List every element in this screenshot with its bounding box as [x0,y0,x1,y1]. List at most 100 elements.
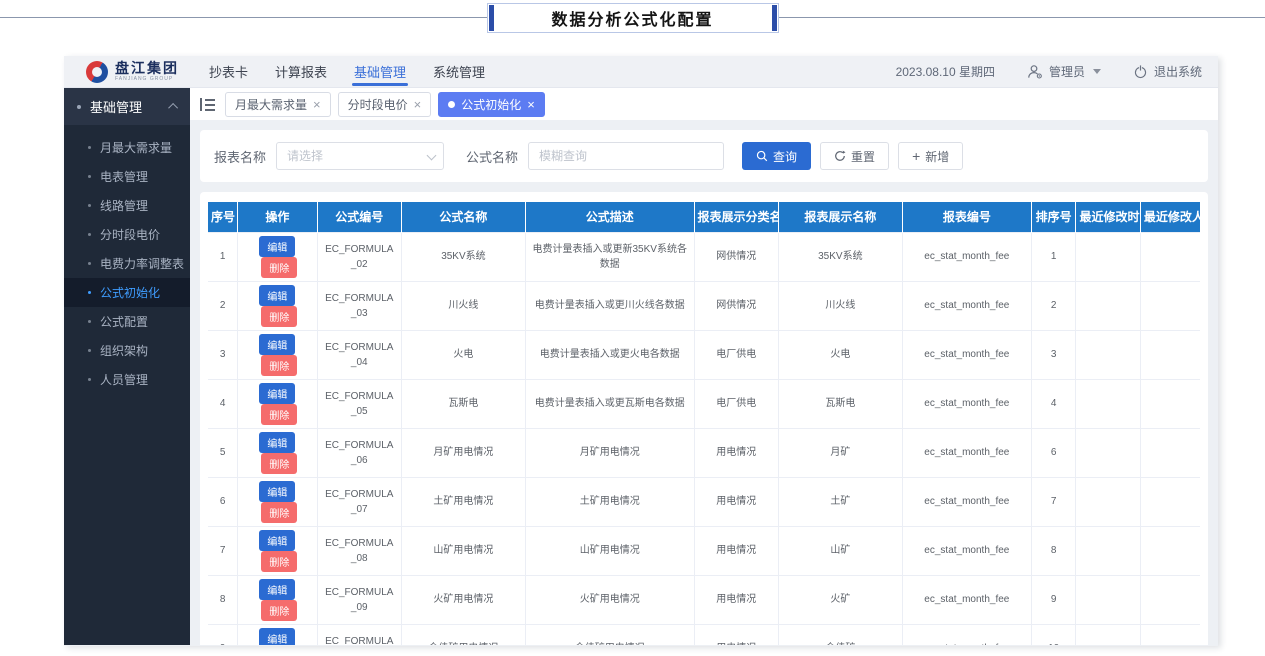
header-right: 2023.08.10 星期四 管理员 退出系统 [896,63,1202,80]
nav-item[interactable]: 系统管理 [433,56,485,87]
column-header: 最近修改时间 [1076,202,1140,232]
cell-formula-desc: 金佳矿用电情况 [525,624,694,645]
cell-actions: 编辑删除 [238,428,317,477]
cell-formula-code: EC_FORMULA_02 [317,232,401,281]
delete-button[interactable]: 删除 [261,404,297,425]
tabs: 月最大需求量× 分时段电价×公式初始化× [225,92,545,117]
delete-button[interactable]: 删除 [261,355,297,376]
nav-item[interactable]: 基础管理 [354,56,406,87]
cell-index: 8 [208,575,238,624]
sidebar-item[interactable]: 组织架构 [64,336,190,365]
edit-button[interactable]: 编辑 [259,383,295,404]
sidebar-item[interactable]: 电费力率调整表 [64,249,190,278]
cell-sort-no: 2 [1031,281,1076,330]
delete-button[interactable]: 删除 [261,600,297,621]
column-header: 序号 [208,202,238,232]
sidebar-item[interactable]: 公式初始化 [64,278,190,307]
cell-formula-code: EC_FORMULA_04 [317,330,401,379]
cell-actions: 编辑删除 [238,379,317,428]
cell-formula-desc: 山矿用电情况 [525,526,694,575]
logo[interactable]: 盘江集团 FANJIANG GROUP [86,61,179,83]
cell-report-code: ec_stat_month_fee [902,624,1031,645]
sidebar-item[interactable]: 人员管理 [64,365,190,394]
tab[interactable]: 月最大需求量× [225,92,331,117]
cell-report-code: ec_stat_month_fee [902,526,1031,575]
filter-bar: 报表名称 公式名称 查询 [200,130,1208,182]
cell-index: 6 [208,477,238,526]
cell-formula-desc: 电费计量表插入或更瓦斯电各数据 [525,379,694,428]
cell-modified-time [1076,428,1140,477]
active-dot-icon [448,101,455,108]
collapse-menu-icon[interactable] [200,98,215,111]
nav-item[interactable]: 抄表卡 [209,56,248,87]
cell-modified-time [1076,526,1140,575]
delete-button[interactable]: 删除 [261,453,297,474]
edit-button[interactable]: 编辑 [259,530,295,551]
top-nav: 抄表卡计算报表基础管理系统管理 [209,56,485,87]
sidebar-item[interactable]: 线路管理 [64,191,190,220]
cell-formula-desc: 火矿用电情况 [525,575,694,624]
cell-formula-name: 山矿用电情况 [401,526,525,575]
refresh-icon [834,150,846,162]
reset-button-label: 重置 [851,148,875,165]
delete-button[interactable]: 删除 [261,551,297,572]
cell-report-code: ec_stat_month_fee [902,575,1031,624]
table-row: 2编辑删除EC_FORMULA_03川火线电费计量表插入或更川火线各数据网供情况… [208,281,1200,330]
page-title: 数据分析公式化配置 [487,3,779,33]
edit-button[interactable]: 编辑 [259,579,295,600]
logout-button[interactable]: 退出系统 [1133,63,1202,80]
cell-modified-time [1076,477,1140,526]
tab[interactable]: 分时段电价× [338,92,432,117]
table-row: 4编辑删除EC_FORMULA_05瓦斯电电费计量表插入或更瓦斯电各数据电厂供电… [208,379,1200,428]
sidebar-items: 月最大需求量电表管理线路管理分时段电价电费力率调整表公式初始化公式配置组织架构人… [64,125,190,645]
cell-index: 9 [208,624,238,645]
user-menu[interactable]: 管理员 [1027,63,1101,80]
sidebar-item[interactable]: 电表管理 [64,162,190,191]
sidebar-item[interactable]: 分时段电价 [64,220,190,249]
sidebar-item[interactable]: 公式配置 [64,307,190,336]
report-name-select[interactable] [276,142,444,170]
edit-button[interactable]: 编辑 [259,481,295,502]
cell-formula-desc: 电费计量表插入或更新35KV系统各数据 [525,232,694,281]
edit-button[interactable]: 编辑 [259,236,295,257]
bullet-icon [88,204,91,207]
bullet-icon [88,262,91,265]
sidebar-group-basic-management[interactable]: 基础管理 [64,88,190,125]
app-header: 盘江集团 FANJIANG GROUP 抄表卡计算报表基础管理系统管理 2023… [64,56,1218,88]
cell-report-display-name: 金佳矿 [778,624,902,645]
nav-item[interactable]: 计算报表 [275,56,327,87]
sidebar-item[interactable]: 月最大需求量 [64,133,190,162]
search-button[interactable]: 查询 [742,142,811,170]
cell-formula-desc: 电费计量表插入或更火电各数据 [525,330,694,379]
column-header: 公式编号 [317,202,401,232]
page-title-text: 数据分析公式化配置 [551,6,713,30]
delete-button[interactable]: 删除 [261,502,297,523]
add-button[interactable]: + 新增 [898,142,963,170]
delete-button[interactable]: 删除 [261,306,297,327]
cell-index: 5 [208,428,238,477]
delete-button[interactable]: 删除 [261,257,297,278]
cell-modified-time [1076,624,1140,645]
column-header: 公式描述 [525,202,694,232]
cell-actions: 编辑删除 [238,330,317,379]
edit-button[interactable]: 编辑 [259,334,295,355]
tab[interactable]: 公式初始化× [438,92,545,117]
app-window: 盘江集团 FANJIANG GROUP 抄表卡计算报表基础管理系统管理 2023… [64,56,1218,646]
reset-button[interactable]: 重置 [820,142,889,170]
app-body: 基础管理 月最大需求量电表管理线路管理分时段电价电费力率调整表公式初始化公式配置… [64,88,1218,645]
cell-report-code: ec_stat_month_fee [902,379,1031,428]
edit-button[interactable]: 编辑 [259,285,295,306]
close-icon[interactable]: × [313,98,321,111]
title-accent-right [772,5,777,31]
edit-button[interactable]: 编辑 [259,432,295,453]
report-name-select-input[interactable] [276,142,444,170]
column-header: 排序号 [1031,202,1076,232]
formula-name-input[interactable] [528,142,724,170]
cell-report-display-name: 火矿 [778,575,902,624]
cell-actions: 编辑删除 [238,477,317,526]
edit-button[interactable]: 编辑 [259,628,295,646]
cell-formula-desc: 电费计量表插入或更川火线各数据 [525,281,694,330]
cell-index: 2 [208,281,238,330]
close-icon[interactable]: × [527,98,535,111]
close-icon[interactable]: × [414,98,422,111]
